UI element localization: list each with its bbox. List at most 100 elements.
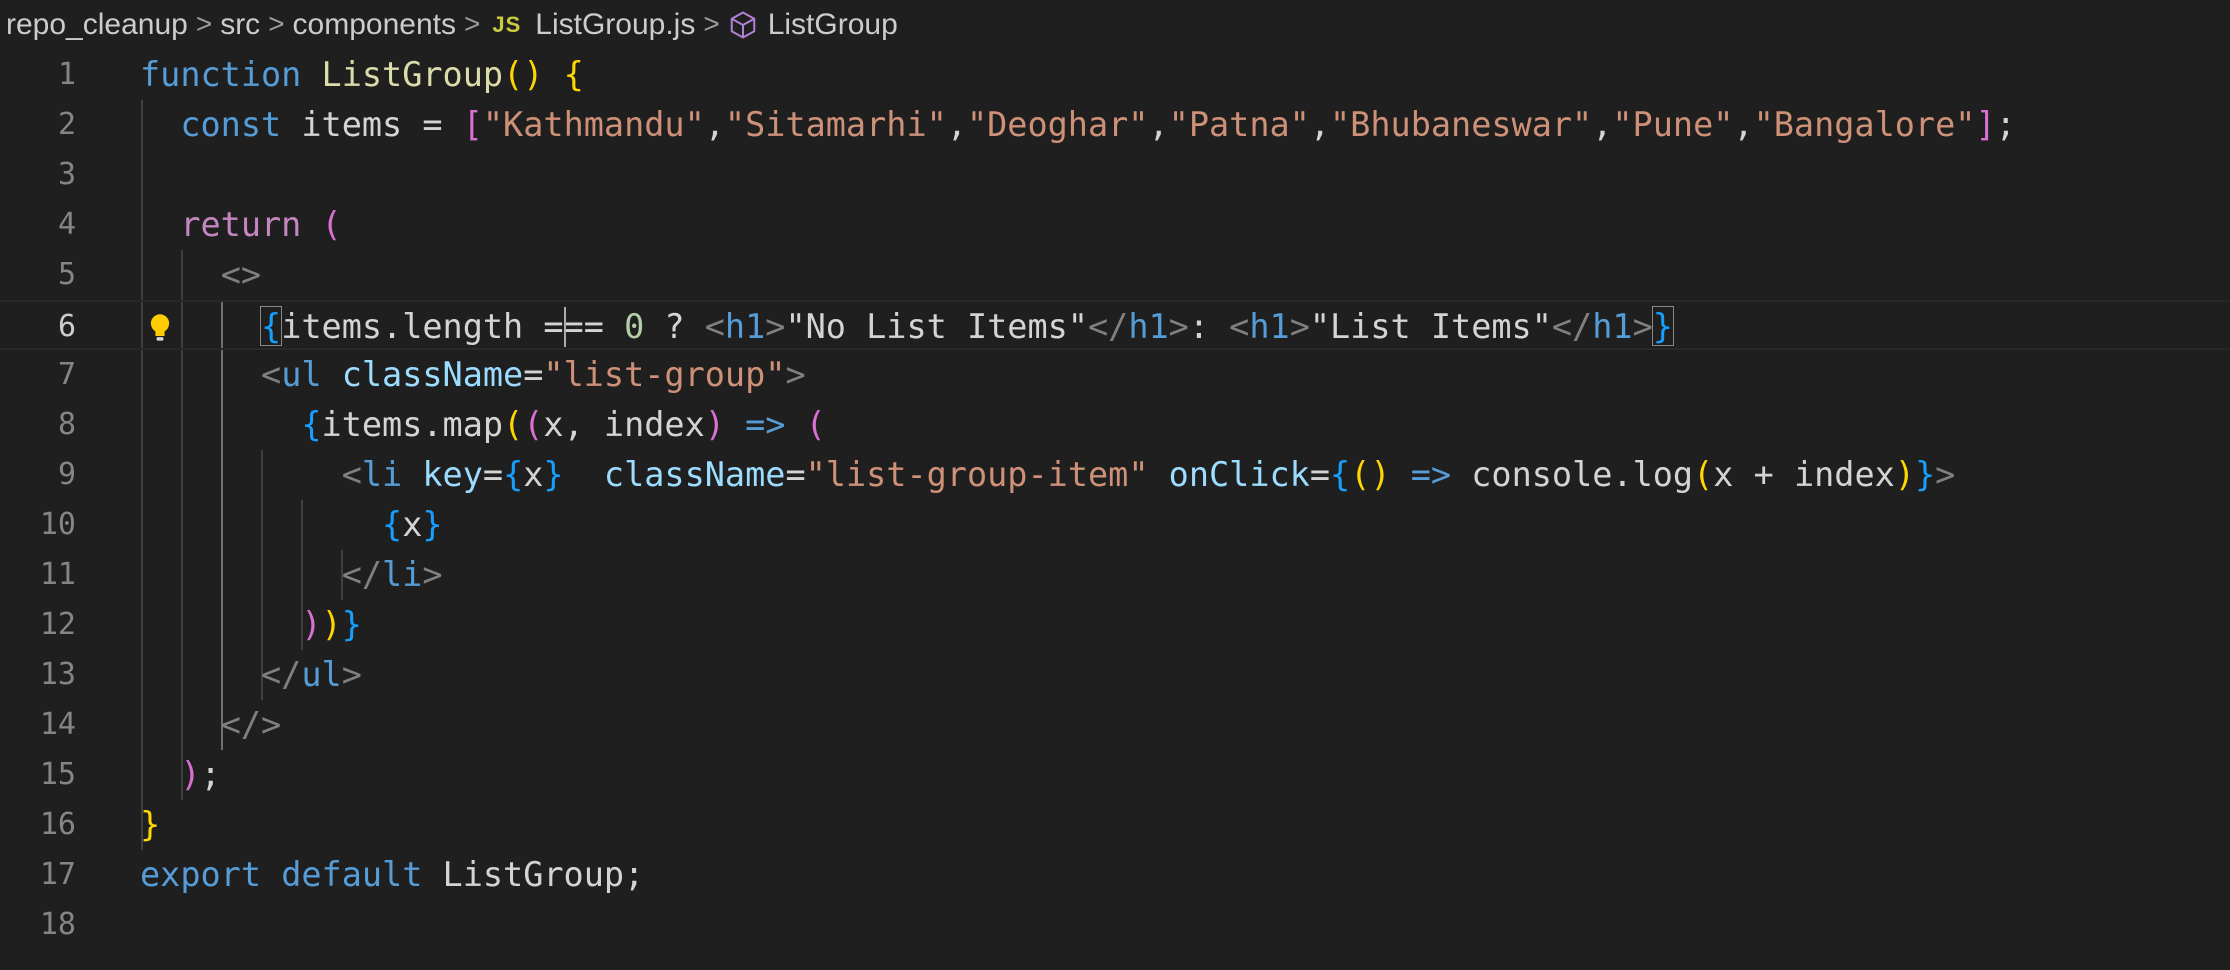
breadcrumb: repo_cleanup > src > components > JS Lis… <box>0 0 2230 50</box>
code-text[interactable]: </li> <box>140 550 443 600</box>
code-line[interactable]: 16} <box>0 800 2230 850</box>
breadcrumb-components[interactable]: components <box>293 8 456 42</box>
code-token: ) <box>1894 455 1915 494</box>
code-line[interactable]: 7 <ul className="list-group"> <box>0 350 2230 400</box>
code-token: className <box>341 355 524 394</box>
code-line[interactable]: 10 {x} <box>0 500 2230 550</box>
line-number[interactable]: 17 <box>0 850 76 900</box>
code-token: return <box>180 205 302 244</box>
code-line[interactable]: 9 <li key={x} className="list-group-item… <box>0 450 2230 500</box>
code-token: () <box>1350 455 1391 494</box>
code-text[interactable]: {x} <box>140 500 443 550</box>
code-token: h1 <box>1128 307 1169 346</box>
code-token: ] <box>1975 105 1996 144</box>
code-line[interactable]: 14 </> <box>0 700 2230 750</box>
code-token: = <box>1309 455 1331 494</box>
code-token: > <box>1935 455 1956 494</box>
line-number[interactable]: 6 <box>0 302 76 352</box>
code-editor[interactable]: 1 function ListGroup() {2 const items = [… <box>0 50 2230 970</box>
line-number[interactable]: 15 <box>0 750 76 800</box>
code-line[interactable]: 15 ); <box>0 750 2230 800</box>
breadcrumb-file[interactable]: ListGroup.js <box>535 8 695 42</box>
line-number[interactable]: 7 <box>0 350 76 400</box>
code-line[interactable]: 12 ))} <box>0 600 2230 650</box>
code-token: > <box>1289 307 1310 346</box>
line-number[interactable]: 13 <box>0 650 76 700</box>
code-text[interactable]: function ListGroup() { <box>140 50 584 100</box>
code-token: { <box>301 405 322 444</box>
code-text[interactable]: ); <box>140 750 221 800</box>
code-token: > <box>1168 307 1189 346</box>
line-number[interactable]: 10 <box>0 500 76 550</box>
code-line[interactable]: 4 return ( <box>0 200 2230 250</box>
code-line[interactable]: 1 function ListGroup() { <box>0 50 2230 100</box>
chevron-right-icon: > <box>463 8 481 39</box>
line-number[interactable]: 9 <box>0 450 76 500</box>
code-line[interactable]: 17 export default ListGroup; <box>0 850 2230 900</box>
line-number[interactable]: 8 <box>0 400 76 450</box>
code-text[interactable]: <ul className="list-group"> <box>140 350 806 400</box>
code-line[interactable]: 5 <> <box>0 250 2230 300</box>
code-token: "Deoghar" <box>966 105 1149 144</box>
code-token: { <box>1330 455 1351 494</box>
code-text[interactable]: </ul> <box>140 650 362 700</box>
code-text[interactable]: {items.length === 0 ? <h1>"No List Items… <box>140 302 1673 352</box>
code-token: "list-group" <box>543 355 786 394</box>
line-number[interactable]: 3 <box>0 150 76 200</box>
code-token: , <box>1148 105 1169 144</box>
line-number[interactable]: 12 <box>0 600 76 650</box>
code-text[interactable]: </> <box>140 700 282 750</box>
code-token: x <box>523 455 544 494</box>
chevron-right-icon: > <box>703 8 720 39</box>
lightbulb-icon[interactable] <box>146 312 174 344</box>
code-text[interactable]: <li key={x} className="list-group-item" … <box>140 450 1956 500</box>
line-number[interactable]: 2 <box>0 100 76 150</box>
line-number[interactable]: 11 <box>0 550 76 600</box>
code-line[interactable]: 3 <box>0 150 2230 200</box>
code-text[interactable]: {items.map((x, index) => ( <box>140 400 825 450</box>
code-text[interactable]: ))} <box>140 600 362 650</box>
breadcrumb-symbol[interactable]: ListGroup <box>768 8 898 42</box>
code-token: items.map <box>321 405 504 444</box>
line-number[interactable]: 5 <box>0 250 76 300</box>
code-text[interactable]: } <box>140 800 160 850</box>
breadcrumb-src[interactable]: src <box>220 8 260 42</box>
code-token: "Kathmandu" <box>482 105 705 144</box>
code-token: ; <box>200 755 221 794</box>
code-line[interactable]: 8 {items.map((x, index) => ( <box>0 400 2230 450</box>
code-token: 0 <box>624 307 645 346</box>
breadcrumb-repo[interactable]: repo_cleanup <box>6 8 188 42</box>
code-line[interactable]: 11 </li> <box>0 550 2230 600</box>
code-text[interactable]: <> <box>140 250 261 300</box>
code-line[interactable]: 18 <box>0 900 2230 950</box>
code-text[interactable]: return ( <box>140 200 341 250</box>
code-text[interactable]: export default ListGroup; <box>140 850 644 900</box>
code-token: <> <box>220 255 262 294</box>
code-line[interactable]: 13 </ul> <box>0 650 2230 700</box>
text-cursor <box>563 307 566 347</box>
code-token: "No List Items" <box>785 307 1088 346</box>
line-number[interactable]: 4 <box>0 200 76 250</box>
code-token: x + index <box>1713 455 1895 494</box>
line-number[interactable]: 1 <box>0 50 76 100</box>
code-token: key <box>422 455 483 494</box>
line-number[interactable]: 18 <box>0 900 76 950</box>
code-line[interactable]: 6 {items.length === 0 ? <h1>"No List Ite… <box>0 300 2230 350</box>
line-number[interactable]: 16 <box>0 800 76 850</box>
code-token: h1 <box>1592 307 1633 346</box>
line-number[interactable]: 14 <box>0 700 76 750</box>
code-token: "List Items" <box>1309 307 1552 346</box>
code-line[interactable]: 2 const items = ["Kathmandu","Sitamarhi"… <box>0 100 2230 150</box>
code-text[interactable]: const items = ["Kathmandu","Sitamarhi","… <box>140 100 2015 150</box>
